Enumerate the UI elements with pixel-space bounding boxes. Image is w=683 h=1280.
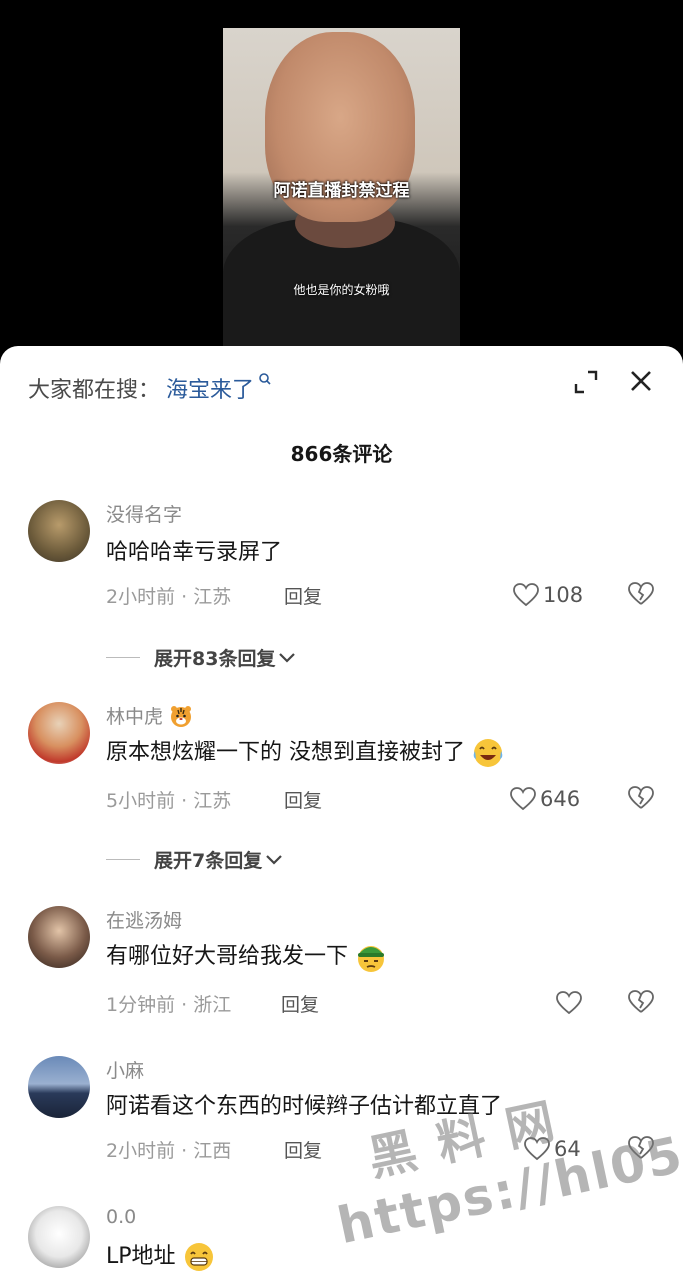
comment-author[interactable]: 小麻: [106, 1056, 144, 1083]
comment-author[interactable]: 0.0: [106, 1206, 136, 1228]
reply-button[interactable]: 回复: [281, 990, 319, 1017]
like-button[interactable]: [556, 990, 586, 1016]
like-button[interactable]: 646: [510, 786, 580, 812]
heart-icon: [556, 991, 582, 1015]
comment-text-content: LP地址: [106, 1244, 176, 1269]
comment-text: 哈哈哈幸亏录屏了: [106, 540, 283, 565]
video-frame[interactable]: 阿诺直播封禁过程 他也是你的女粉哦: [223, 28, 460, 348]
laughing-tears-emoji-icon: [473, 739, 503, 767]
comment-author-name: 林中虎: [106, 706, 164, 728]
broken-heart-icon: [628, 582, 654, 605]
expand-replies-button[interactable]: 展开7条回复: [106, 846, 284, 873]
search-term-link[interactable]: 海宝来了: [166, 378, 254, 403]
comment-meta: 2小时前 · 江苏: [106, 586, 232, 608]
like-count: 108: [543, 583, 584, 607]
comment-text: LP地址: [106, 1238, 215, 1273]
expand-replies-button[interactable]: 展开83条回复: [106, 644, 297, 671]
heart-icon: [513, 583, 539, 607]
comment-meta: 5小时前 · 江苏: [106, 790, 232, 812]
video-caption-sub: 他也是你的女粉哦: [293, 283, 390, 297]
expand-replies-label: 展开83条回复: [154, 648, 276, 670]
like-button[interactable]: 108: [513, 582, 583, 608]
broken-heart-icon: [628, 786, 654, 809]
search-suggestion[interactable]: 大家都在搜： 海宝来了: [28, 372, 272, 404]
search-prefix: 大家都在搜：: [28, 378, 161, 403]
comment-text: 有哪位好大哥给我发一下: [106, 938, 387, 973]
close-icon[interactable]: [628, 368, 654, 394]
comment-meta: 2小时前 · 江西: [106, 1140, 232, 1162]
avatar[interactable]: [28, 906, 90, 968]
video-caption-main: 阿诺直播封禁过程: [273, 181, 410, 201]
comment-author[interactable]: 没得名字: [106, 500, 182, 527]
broken-heart-icon: [628, 990, 654, 1013]
comment-author[interactable]: 林中虎: [106, 702, 193, 729]
chevron-down-icon: [266, 854, 283, 865]
comment-text-content: 有哪位好大哥给我发一下: [106, 944, 349, 969]
heart-icon: [510, 787, 536, 811]
chevron-down-icon: [279, 652, 296, 663]
dislike-button[interactable]: [628, 786, 654, 812]
grin-emoji-icon: [184, 1243, 213, 1271]
reply-button[interactable]: 回复: [284, 786, 322, 813]
comment-author[interactable]: 在逃汤姆: [106, 906, 182, 933]
comments-count: 866条评论: [290, 442, 393, 466]
comment-text-content: 原本想炫耀一下的 没想到直接被封了: [106, 740, 465, 765]
avatar[interactable]: [28, 702, 90, 764]
search-icon: [254, 373, 272, 390]
comment-meta: 1分钟前 · 浙江: [106, 994, 232, 1016]
dislike-button[interactable]: [628, 582, 654, 608]
expand-replies-label: 展开7条回复: [154, 850, 263, 872]
reply-button[interactable]: 回复: [284, 1136, 322, 1163]
avatar[interactable]: [28, 1056, 90, 1118]
video-player[interactable]: 阿诺直播封禁过程 他也是你的女粉哦: [0, 0, 683, 360]
reply-button[interactable]: 回复: [284, 582, 322, 609]
divider-line: [106, 657, 140, 658]
tiger-emoji-icon: [171, 705, 192, 727]
avatar[interactable]: [28, 1206, 90, 1268]
like-count: 646: [540, 787, 581, 811]
dislike-button[interactable]: [628, 990, 654, 1016]
avatar[interactable]: [28, 500, 90, 562]
green-hat-emoji-icon: [358, 946, 385, 972]
divider-line: [106, 859, 140, 860]
expand-icon[interactable]: [574, 370, 598, 394]
comment-text: 原本想炫耀一下的 没想到直接被封了: [106, 734, 504, 769]
